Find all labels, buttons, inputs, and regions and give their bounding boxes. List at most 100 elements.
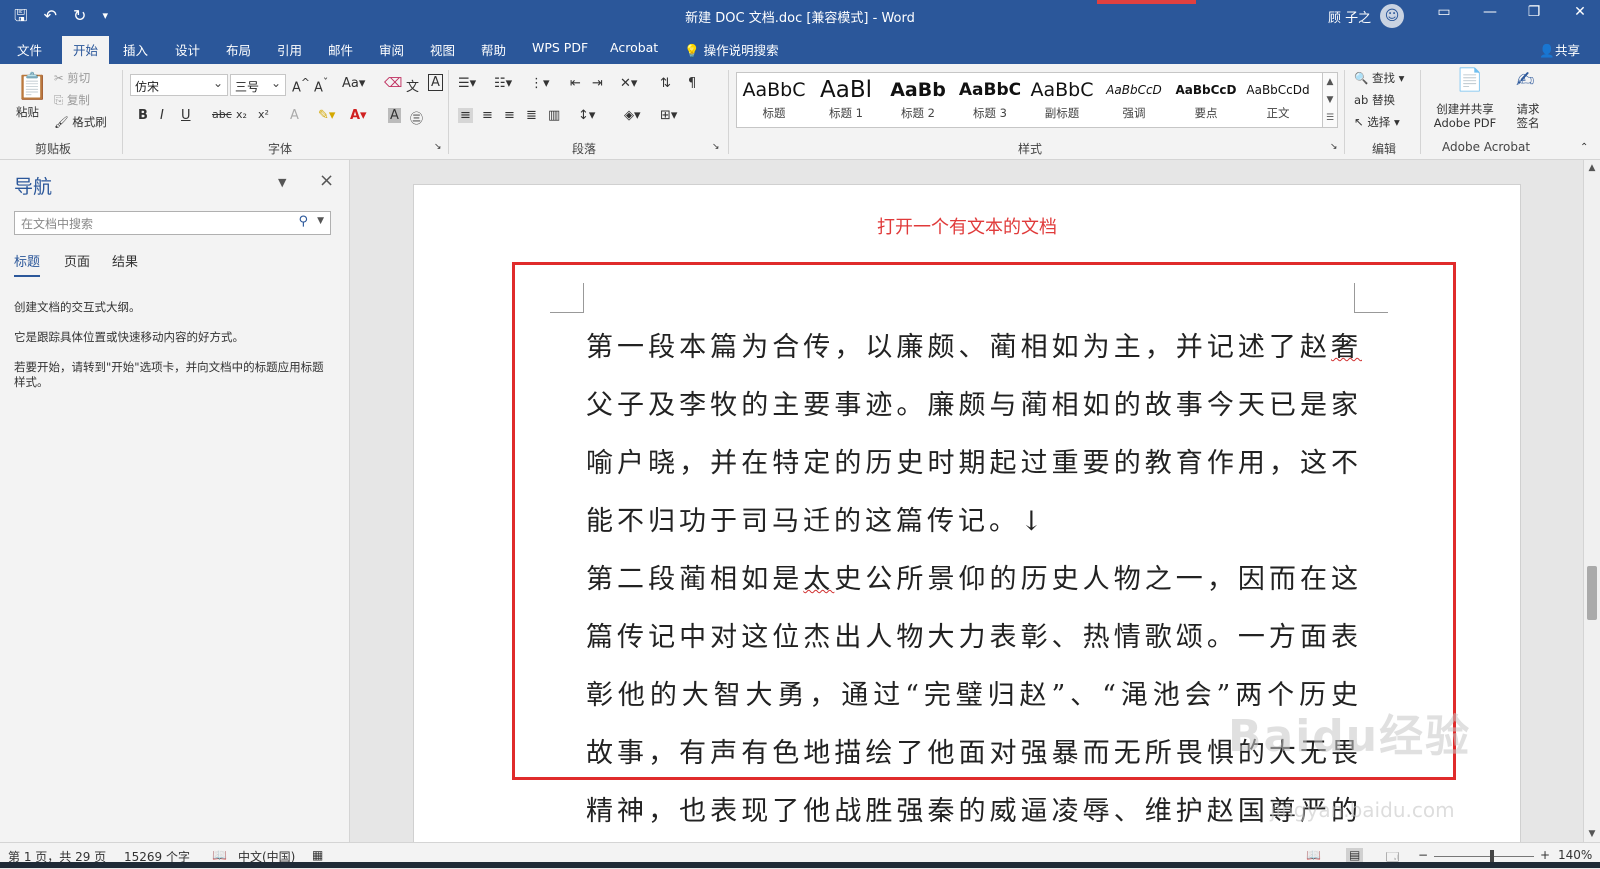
tab-home[interactable]: 开始 [62,36,110,67]
tab-help[interactable]: 帮助 [481,40,506,59]
bold-icon[interactable]: B [138,108,148,123]
italic-icon[interactable]: I [160,108,164,123]
minimize-icon[interactable]: — [1476,4,1504,20]
chinese-layout-icon[interactable]: ✕▾ [620,76,637,91]
proofing-icon[interactable]: 📖 [212,848,227,862]
enclose-character-icon[interactable]: ㊂ [410,108,423,127]
collapse-ribbon-icon[interactable]: ⌃ [1580,142,1588,153]
request-signature-icon[interactable]: ✍ [1516,68,1534,93]
vertical-scrollbar[interactable]: ▲ ▼ [1583,160,1600,842]
nav-tab-pages[interactable]: 页面 [64,251,90,270]
share-button[interactable]: 👤共享 [1539,40,1580,59]
zoom-in-icon[interactable]: + [1540,848,1550,862]
style-item-emphasis[interactable]: AaBbCcD 强调 [1099,75,1169,121]
phonetic-guide-icon[interactable]: 文 [406,76,419,95]
text-effects-icon[interactable]: A [290,108,299,123]
borders-icon[interactable]: ⊞▾ [660,108,677,123]
nav-tab-results[interactable]: 结果 [112,251,138,270]
subscript-icon[interactable]: x₂ [236,108,247,121]
paragraph-dialog-launcher-icon[interactable]: ↘ [712,142,720,152]
zoom-slider[interactable] [1434,850,1534,862]
distributed-icon[interactable]: ▥ [548,108,560,123]
user-name[interactable]: 顾 子之 [1328,7,1371,26]
font-size-combo[interactable]: 三号 ⌄ [230,74,286,96]
style-item-heading2[interactable]: AaBb 标题 2 [883,75,953,121]
paste-icon[interactable]: 📋 [16,72,48,102]
request-signature-button[interactable]: 请求 签名 [1508,102,1548,130]
shrink-font-icon[interactable]: Aˇ [314,76,328,95]
increase-indent-icon[interactable]: ⇥ [592,76,603,91]
nav-options-icon[interactable]: ▼ [278,176,286,189]
tab-acrobat[interactable]: Acrobat [610,40,658,55]
chevron-down-icon[interactable]: ▼ [1323,91,1337,109]
align-left-icon[interactable]: ≡ [458,108,473,123]
strikethrough-icon[interactable]: abc [212,108,232,121]
zoom-out-icon[interactable]: − [1418,848,1428,862]
replace-button[interactable]: ab 替换 [1354,92,1395,108]
styles-scroll[interactable]: ▲ ▼ ☰ [1322,72,1338,128]
zoom-slider-knob[interactable] [1490,850,1494,862]
read-mode-icon[interactable]: 📖 [1306,848,1321,862]
shading-icon[interactable]: ◈▾ [624,108,641,123]
styles-dialog-launcher-icon[interactable]: ↘ [1330,142,1338,152]
grow-font-icon[interactable]: A^ [292,76,310,95]
character-border-icon[interactable]: A [428,74,443,91]
align-right-icon[interactable]: ≡ [504,108,515,123]
find-button[interactable]: 🔍 查找 ▾ [1354,70,1404,86]
create-pdf-icon[interactable]: 📄 [1456,68,1483,93]
avatar[interactable]: ☺ [1380,4,1404,28]
search-icon[interactable]: ⚲ [298,214,308,229]
highlight-icon[interactable]: ✎▾ [318,108,335,123]
font-name-combo[interactable]: 仿宋 ⌄ [130,74,228,96]
tell-me-search[interactable]: 💡 操作说明搜索 [684,40,779,59]
scroll-thumb[interactable] [1587,566,1597,620]
style-item-strong[interactable]: AaBbCcD 要点 [1171,75,1241,121]
tab-layout[interactable]: 布局 [226,40,251,59]
tab-view[interactable]: 视图 [430,40,455,59]
tab-wps-pdf[interactable]: WPS PDF [532,40,588,55]
tab-insert[interactable]: 插入 [123,40,148,59]
style-item-normal[interactable]: AaBbCcDd 正文 [1243,75,1313,121]
bullets-icon[interactable]: ☰▾ [458,76,476,91]
tab-mailings[interactable]: 邮件 [328,40,353,59]
show-marks-icon[interactable]: ¶ [688,76,696,91]
justify-icon[interactable]: ≣ [526,108,537,123]
style-item-title[interactable]: AaBbC 标题 [739,75,809,121]
restore-icon[interactable]: ❐ [1520,4,1548,20]
line-spacing-icon[interactable]: ↕▾ [578,108,595,123]
style-item-subtitle[interactable]: AaBbC 副标题 [1027,75,1097,121]
scroll-down-icon[interactable]: ▼ [1584,826,1600,842]
paste-button[interactable]: 粘贴 [16,104,39,120]
numbering-icon[interactable]: ☷▾ [494,76,512,91]
character-shading-icon[interactable]: A [388,108,401,123]
style-item-heading3[interactable]: AaBbC 标题 3 [955,75,1025,121]
chevron-down-icon[interactable]: ▼ [317,216,324,226]
select-button[interactable]: ↖ 选择 ▾ [1354,114,1400,130]
multilevel-list-icon[interactable]: ⋮▾ [530,76,550,91]
close-icon[interactable]: ✕ [1566,4,1594,20]
print-layout-icon[interactable]: ▤ [1346,848,1364,862]
style-item-heading1[interactable]: AaBl 标题 1 [811,75,881,121]
underline-icon[interactable]: U [181,108,191,123]
chevron-up-icon[interactable]: ▲ [1323,73,1337,91]
change-case-icon[interactable]: Aa▾ [342,76,365,91]
tab-review[interactable]: 审阅 [379,40,404,59]
create-pdf-button[interactable]: 创建并共享 Adobe PDF [1428,102,1502,130]
copy-button[interactable]: ⎘ 复制 [54,92,90,108]
font-color-icon[interactable]: A▾ [350,108,367,123]
sort-icon[interactable]: ⇅ [660,76,671,91]
close-icon[interactable]: × [319,170,334,191]
tab-references[interactable]: 引用 [277,40,302,59]
nav-tab-headings[interactable]: 标题 [14,251,41,277]
more-icon[interactable]: ☰ [1323,109,1337,127]
cut-button[interactable]: ✂ 剪切 [54,70,90,86]
align-center-icon[interactable]: ≡ [482,108,493,123]
nav-search-input[interactable]: 在文档中搜索 ⚲ ▼ [14,211,331,235]
clear-format-icon[interactable]: ⌫ [384,76,402,91]
ribbon-display-icon[interactable]: ▭ [1430,4,1458,20]
zoom-level[interactable]: 140% [1558,848,1592,862]
format-painter-button[interactable]: 🖌 格式刷 [54,114,107,130]
superscript-icon[interactable]: x² [258,108,269,121]
macro-icon[interactable]: ▦ [312,848,323,862]
font-dialog-launcher-icon[interactable]: ↘ [434,142,442,152]
